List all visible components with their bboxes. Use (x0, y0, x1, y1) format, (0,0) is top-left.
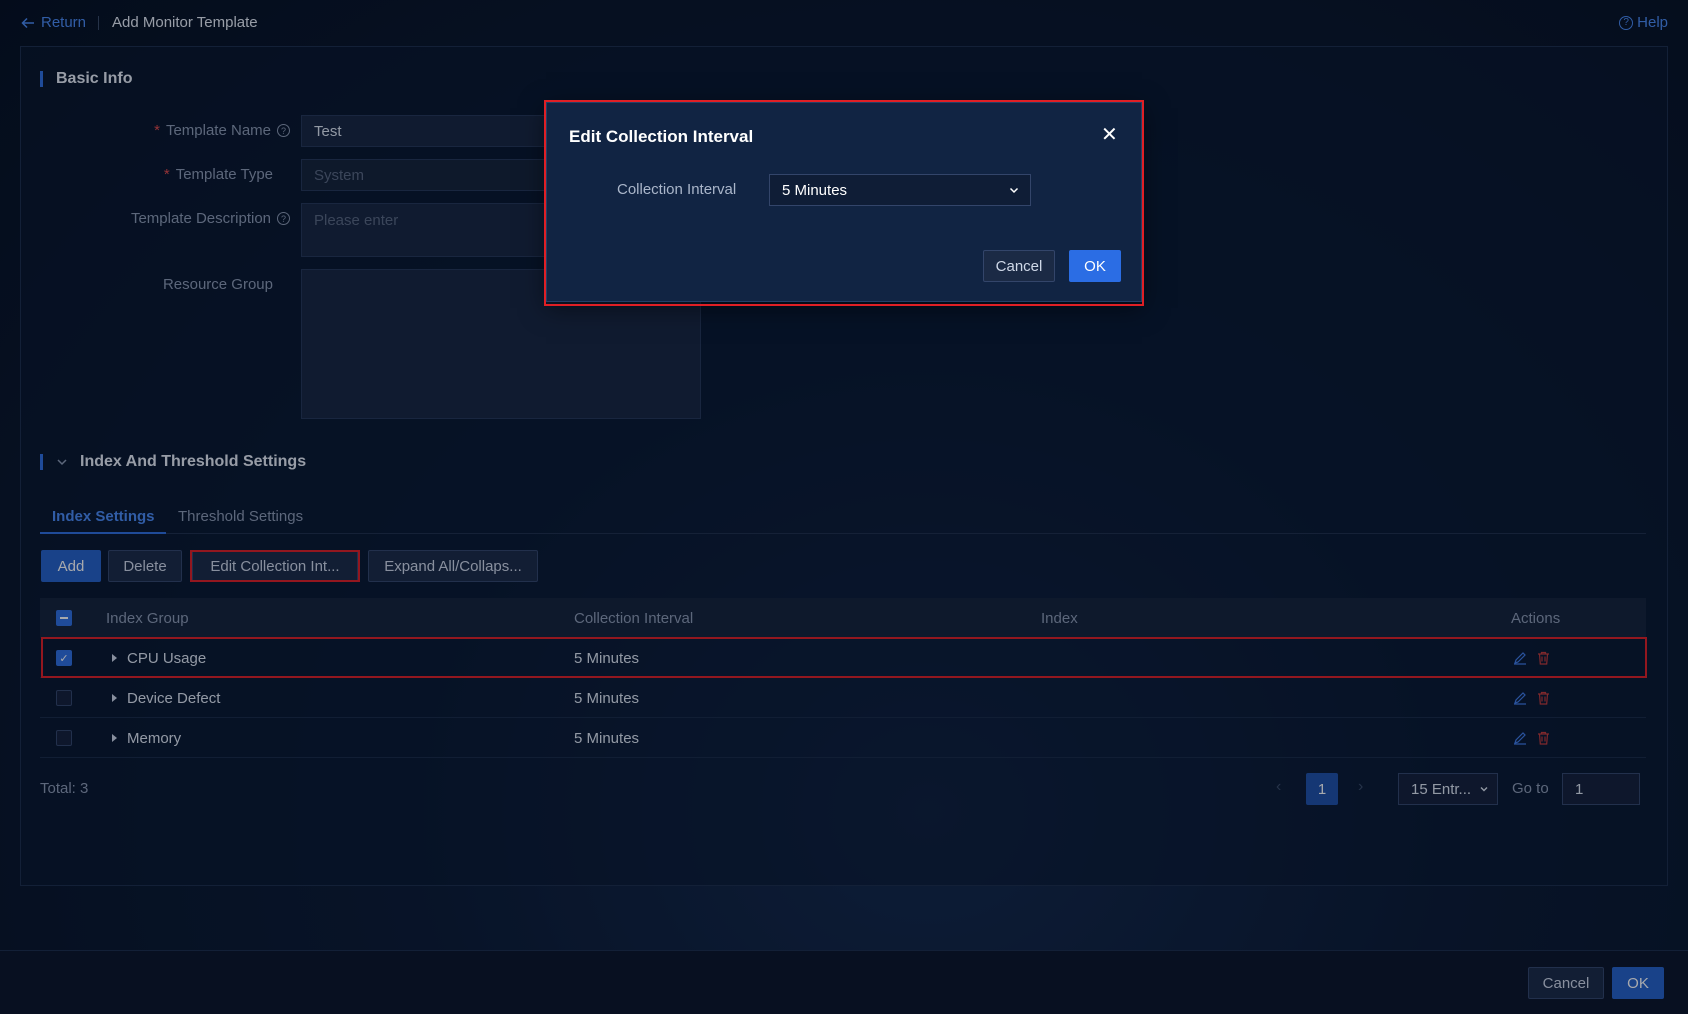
dialog-ok-button[interactable]: OK (1069, 250, 1121, 282)
collection-interval-select[interactable]: 5 Minutes (769, 174, 1031, 206)
collection-interval-label: Collection Interval (617, 181, 737, 198)
dialog-cancel-button[interactable]: Cancel (983, 250, 1055, 282)
collection-interval-value: 5 Minutes (782, 181, 848, 199)
close-icon[interactable]: ✕ (1101, 125, 1118, 145)
dialog-title: Edit Collection Interval (569, 127, 754, 146)
chevron-down-icon (1009, 187, 1019, 194)
edit-collection-interval-dialog: Edit Collection Interval ✕ Collection In… (546, 102, 1142, 302)
